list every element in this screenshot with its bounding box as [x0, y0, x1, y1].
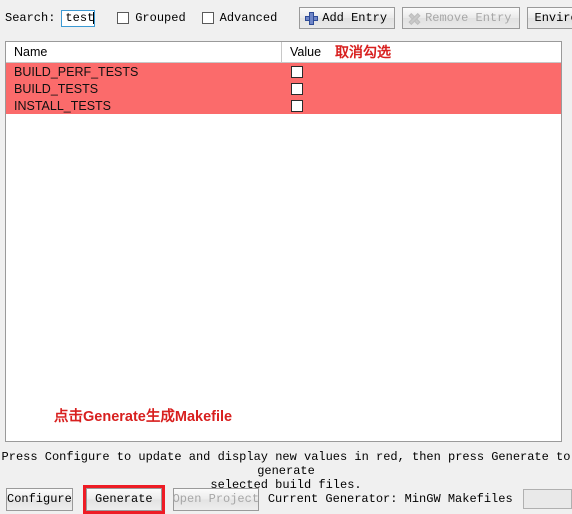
checkbox-icon[interactable]: [291, 82, 303, 95]
column-header-name[interactable]: Name: [6, 42, 281, 62]
grouped-checkbox[interactable]: Grouped: [117, 11, 186, 25]
cache-entry-name: BUILD_TESTS: [14, 81, 99, 96]
text-caret: [93, 12, 95, 24]
checkbox-icon[interactable]: [291, 65, 303, 78]
table-row[interactable]: INSTALL_TESTS: [6, 97, 561, 114]
table-body: BUILD_PERF_TESTS BUILD_TESTS INSTALL_TES…: [6, 63, 561, 114]
table-row[interactable]: BUILD_TESTS: [6, 80, 561, 97]
bottom-button-bar: Configure Generate Open Project Current …: [0, 484, 572, 514]
search-input[interactable]: test: [61, 9, 96, 27]
checkbox-icon[interactable]: [291, 99, 303, 112]
cache-entry-value[interactable]: [281, 82, 561, 95]
column-header-value-label: Value: [290, 45, 322, 59]
cache-table-panel: Name Value 取消勾选 BUILD_PERF_TESTS BUILD_T…: [5, 41, 562, 442]
open-project-button: Open Project: [173, 487, 259, 511]
generate-button-highlight: Generate: [82, 484, 165, 514]
environment-button[interactable]: Environment...: [526, 7, 572, 29]
cache-entry-value[interactable]: [281, 99, 561, 112]
generator-field[interactable]: [522, 489, 572, 509]
advanced-checkbox[interactable]: Advanced: [201, 11, 278, 25]
search-input-value: test: [65, 11, 95, 25]
advanced-label: Advanced: [219, 11, 278, 25]
grouped-label: Grouped: [135, 11, 186, 25]
generate-annotation: 点击Generate生成Makefile: [54, 409, 233, 425]
table-header-row: Name Value 取消勾选: [6, 42, 561, 63]
table-row[interactable]: BUILD_PERF_TESTS: [6, 63, 561, 80]
generate-button[interactable]: Generate: [85, 487, 162, 511]
column-header-value[interactable]: Value 取消勾选: [281, 42, 561, 62]
uncheck-annotation: 取消勾选: [335, 44, 392, 60]
current-generator-label: Current Generator: MinGW Makefiles: [267, 492, 513, 506]
status-line-1: Press Configure to update and display ne…: [1, 450, 571, 478]
add-entry-button[interactable]: Add Entry: [299, 7, 396, 29]
close-x-icon: [408, 12, 421, 25]
checkbox-icon: [201, 12, 214, 24]
cache-entry-name: BUILD_PERF_TESTS: [14, 64, 139, 79]
checkbox-icon: [117, 12, 130, 24]
plus-icon: [305, 11, 319, 25]
toolbar: Search: test Grouped Advanced Add Entry …: [0, 0, 572, 36]
add-entry-label: Add Entry: [322, 11, 388, 25]
remove-entry-label: Remove Entry: [425, 11, 512, 25]
environment-label: Environment...: [534, 11, 572, 25]
remove-entry-button: Remove Entry: [402, 7, 520, 29]
cache-entry-name: INSTALL_TESTS: [14, 98, 112, 113]
configure-button[interactable]: Configure: [6, 487, 73, 511]
cache-entry-value[interactable]: [281, 65, 561, 78]
search-label: Search:: [5, 11, 56, 25]
